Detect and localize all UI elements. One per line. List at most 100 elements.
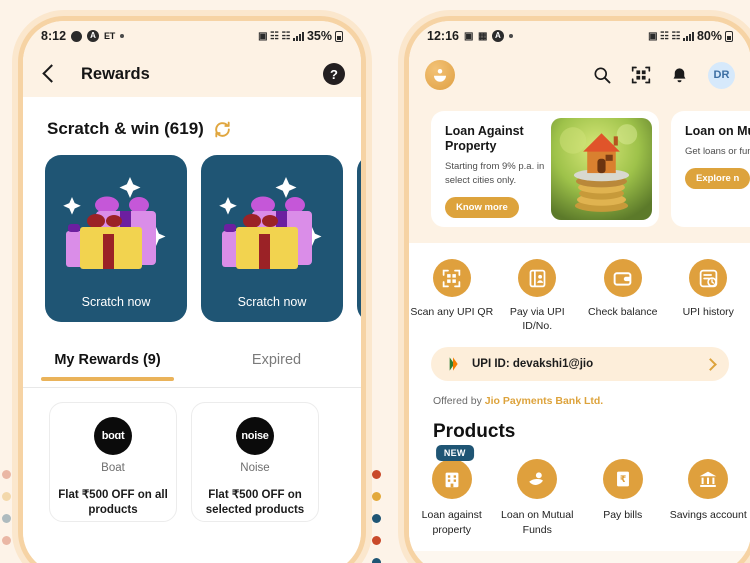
- signal-icon: [682, 31, 694, 41]
- reward-offer-text: Flat ₹500 OFF on selected products: [205, 488, 305, 517]
- back-arrow-icon[interactable]: [39, 64, 59, 84]
- dot-icon: [71, 30, 83, 42]
- status-dot-icon: [119, 34, 124, 38]
- upi-action-label: Check balance: [588, 306, 658, 318]
- product-loan-on-mutual-funds[interactable]: Loan on Mutual Funds: [495, 459, 581, 536]
- upi-action-label: UPI history: [682, 306, 734, 318]
- decorative-dots-right: [372, 470, 382, 563]
- tab-expired[interactable]: Expired: [192, 352, 361, 387]
- banner-heading: Loan Against Property: [445, 124, 524, 153]
- products-heading: Products: [433, 421, 516, 443]
- help-icon[interactable]: ?: [323, 63, 345, 85]
- product-label: Loan against property: [421, 509, 482, 536]
- explore-now-button[interactable]: Explore n: [685, 167, 750, 189]
- rewards-tabs[interactable]: My Rewards (9) Expired: [23, 330, 361, 387]
- gift-illustration-icon: [63, 177, 166, 269]
- notification-bell-icon[interactable]: [670, 66, 689, 85]
- upi-action-label: Pay via UPI ID/No.: [509, 306, 565, 333]
- wallet-icon: [603, 259, 642, 297]
- product-savings-account[interactable]: Savings account: [666, 459, 750, 536]
- pay-id-icon: [518, 259, 557, 297]
- offered-bank-name: Jio Payments Bank Ltd.: [484, 395, 604, 408]
- android-auto-icon: A: [87, 30, 100, 42]
- reward-card[interactable]: noise Noise Flat ₹500 OFF on selected pr…: [191, 401, 319, 522]
- jio-home-content: Loan Against Property Starting from 9% p…: [409, 99, 750, 551]
- upi-id-row[interactable]: UPI ID: devakshi1@jio: [431, 347, 729, 382]
- history-icon: [689, 259, 728, 297]
- scratch-now-label: Scratch now: [81, 295, 151, 309]
- banner-subtext: Get loans or funds in few: [685, 146, 750, 157]
- battery-icon: [725, 30, 733, 42]
- scratch-card-list[interactable]: Scratch now Scratch now: [23, 139, 361, 322]
- right-status-time: 12:16: [427, 29, 459, 43]
- upi-action-check-balance[interactable]: Check balance: [580, 259, 666, 333]
- rewards-app-bar: Rewards ?: [23, 51, 361, 97]
- upi-action-upi-history[interactable]: UPI history: [666, 259, 750, 333]
- tab-active-underline: [41, 377, 174, 381]
- upi-action-pay-via-upi-id[interactable]: Pay via UPI ID/No.: [495, 259, 581, 333]
- scratch-card[interactable]: Scratch now: [45, 155, 187, 322]
- tab-expired-label: Expired: [251, 352, 302, 368]
- product-loan-against-property[interactable]: NEW Loan against property: [409, 445, 495, 536]
- upi-action-label: Scan any UPI QR: [410, 306, 494, 318]
- sim1-icon: ☷: [270, 30, 279, 42]
- page-title: Rewards: [81, 64, 150, 83]
- reward-card[interactable]: boɑt Boat Flat ₹500 OFF on all products: [49, 401, 177, 522]
- promo-banner[interactable]: Loan on Mutual F Get loans or funds in f…: [671, 111, 750, 227]
- offered-by-text: Offered by Jio Payments Bank Ltd.: [409, 381, 750, 407]
- banner-image-house-on-coins: [551, 118, 652, 220]
- hand-coin-icon: [517, 459, 558, 500]
- left-status-bar: 8:12 A ET ▣ ☷ ☷ 35%: [23, 21, 361, 51]
- status-dot-icon: [508, 34, 513, 38]
- promo-banner-carousel[interactable]: Loan Against Property Starting from 9% p…: [409, 99, 750, 243]
- brand-logo-icon: boɑt: [94, 416, 132, 455]
- scan-qr-icon[interactable]: [631, 65, 651, 85]
- scan-qr-icon: [432, 259, 471, 297]
- chevron-right-icon[interactable]: [704, 357, 717, 371]
- products-grid: NEW Loan against property Loan on Mutual…: [409, 443, 750, 536]
- battery-icon: [335, 30, 343, 42]
- rewards-content: Scratch & win (619) Scratch now Scratch …: [23, 97, 361, 563]
- scratch-win-header: Scratch & win (619): [23, 97, 361, 139]
- tab-my-rewards-label: My Rewards (9): [54, 352, 161, 368]
- android-auto-icon: A: [491, 30, 504, 42]
- offered-prefix: Offered by: [433, 395, 485, 408]
- alarm-icon: ▣: [648, 30, 658, 42]
- jio-logo-icon[interactable]: [425, 60, 455, 90]
- refresh-icon[interactable]: [213, 120, 232, 139]
- left-status-time: 8:12: [41, 29, 67, 43]
- sim2-icon: ☷: [671, 30, 681, 42]
- right-phone-frame: 12:16 ▣ ▦ A ▣ ☷ ☷ 80% DR Loan Against Pr…: [404, 16, 750, 563]
- promo-banner[interactable]: Loan Against Property Starting from 9% p…: [431, 111, 659, 227]
- new-badge: NEW: [435, 445, 474, 462]
- signal-icon: [292, 31, 304, 41]
- product-pay-bills[interactable]: ₹ Pay bills: [580, 459, 666, 536]
- right-battery-pct: 80%: [696, 29, 722, 43]
- scratch-now-label: Scratch now: [237, 295, 307, 309]
- avatar[interactable]: DR: [708, 61, 735, 89]
- bank-icon: [688, 459, 729, 500]
- scratch-card-partial[interactable]: [357, 155, 361, 322]
- banner-subtext: Starting from 9% p.a. in select cities o…: [445, 161, 545, 186]
- search-icon[interactable]: [592, 65, 612, 85]
- upi-action-scan-any-upi-qr[interactable]: Scan any UPI QR: [409, 259, 495, 333]
- upi-id-text: UPI ID: devakshi1@jio: [472, 358, 594, 371]
- left-phone-screen: 8:12 A ET ▣ ☷ ☷ 35% Rewards ? Scratch & …: [23, 21, 361, 563]
- banner-heading: Loan on Mutual F: [685, 124, 750, 138]
- product-label: Savings account: [669, 509, 747, 522]
- tab-my-rewards[interactable]: My Rewards (9): [23, 352, 192, 387]
- right-phone-screen: 12:16 ▣ ▦ A ▣ ☷ ☷ 80% DR Loan Against Pr…: [409, 21, 750, 563]
- left-battery-pct: 35%: [306, 29, 332, 43]
- decorative-dots-left: [2, 470, 12, 545]
- product-label: Loan on Mutual Funds: [501, 509, 574, 536]
- left-phone-frame: 8:12 A ET ▣ ☷ ☷ 35% Rewards ? Scratch & …: [18, 16, 366, 563]
- scratch-win-title: Scratch & win (619): [47, 119, 204, 138]
- svg-text:₹: ₹: [620, 475, 626, 486]
- scratch-card[interactable]: Scratch now: [201, 155, 343, 322]
- screenshot-stage: 8:12 A ET ▣ ☷ ☷ 35% Rewards ? Scratch & …: [0, 0, 750, 563]
- sim1-icon: ☷: [660, 30, 669, 42]
- brand-name: Boat: [101, 461, 125, 474]
- right-status-bar: 12:16 ▣ ▦ A ▣ ☷ ☷ 80%: [409, 21, 750, 51]
- know-more-button[interactable]: Know more: [445, 196, 519, 218]
- rupee-bill-icon: ₹: [602, 459, 643, 500]
